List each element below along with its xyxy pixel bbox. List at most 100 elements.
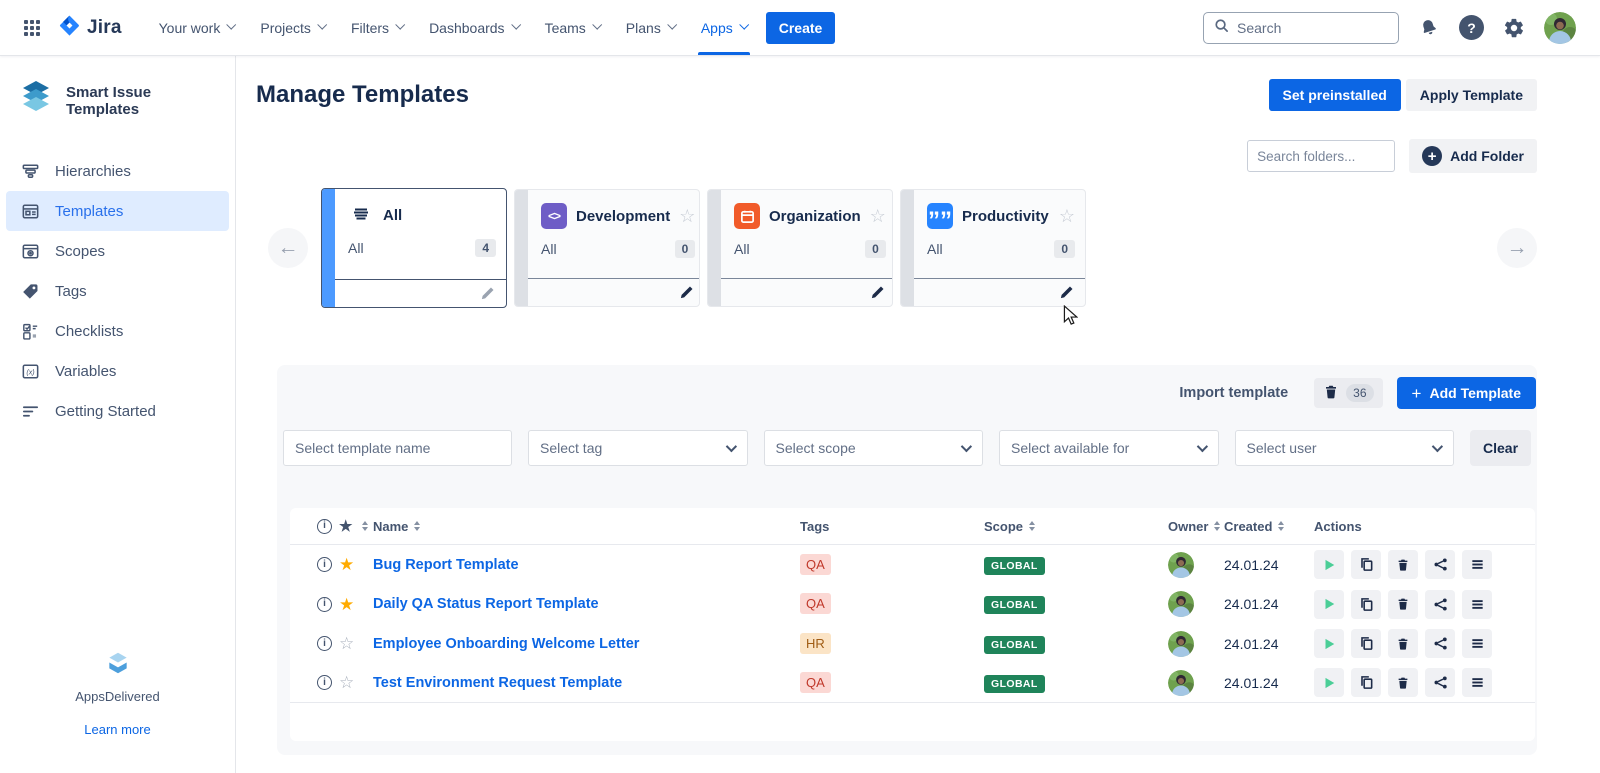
folder-card-productivity[interactable]: ”” Productivity ☆ All 0 xyxy=(900,189,1086,307)
favorite-star-icon[interactable]: ★ xyxy=(339,596,354,613)
template-name-filter-input[interactable] xyxy=(283,430,512,466)
carousel-right-arrow[interactable]: → xyxy=(1497,228,1537,268)
favorite-star-icon[interactable]: ★ xyxy=(339,556,354,573)
template-name-link[interactable]: Test Environment Request Template xyxy=(373,675,622,691)
folder-carousel: ← All All 4 xyxy=(256,188,1537,308)
column-header-created[interactable]: Created xyxy=(1224,519,1314,534)
template-name-link[interactable]: Daily QA Status Report Template xyxy=(373,596,599,612)
help-icon[interactable]: ? xyxy=(1459,15,1484,40)
notifications-bell-icon[interactable] xyxy=(1418,17,1440,39)
menu-button[interactable] xyxy=(1462,590,1492,619)
plus-icon: + xyxy=(1422,146,1442,166)
user-filter-select[interactable]: Select user xyxy=(1235,430,1455,466)
column-header-scope[interactable]: Scope xyxy=(984,519,1168,534)
apply-play-button[interactable] xyxy=(1314,629,1344,658)
carousel-left-arrow[interactable]: ← xyxy=(268,228,308,268)
edit-folder-pencil-icon[interactable] xyxy=(1059,285,1074,300)
nav-apps[interactable]: Apps xyxy=(690,0,758,55)
app-switcher-icon[interactable] xyxy=(16,12,48,44)
info-icon[interactable]: i xyxy=(317,636,332,651)
main-content: Manage Templates Set preinstalled Apply … xyxy=(236,56,1600,773)
help-glyph: ? xyxy=(1459,15,1484,40)
copy-button[interactable] xyxy=(1351,550,1381,579)
copy-button[interactable] xyxy=(1351,590,1381,619)
delete-button[interactable] xyxy=(1388,550,1418,579)
nav-projects[interactable]: Projects xyxy=(249,0,336,55)
edit-folder-pencil-icon[interactable] xyxy=(679,285,694,300)
scope-filter-select[interactable]: Select scope xyxy=(764,430,984,466)
trash-bin-button[interactable]: 36 xyxy=(1314,378,1382,408)
apply-template-button[interactable]: Apply Template xyxy=(1406,79,1537,111)
sidebar-item-variables[interactable]: (x) Variables xyxy=(6,351,229,391)
sidebar-item-checklists[interactable]: Checklists xyxy=(6,311,229,351)
owner-avatar[interactable] xyxy=(1168,552,1194,578)
edit-folder-pencil-icon[interactable] xyxy=(870,285,885,300)
search-folders-input[interactable] xyxy=(1247,140,1395,172)
sidebar-item-getting-started[interactable]: Getting Started xyxy=(6,391,229,431)
copy-button[interactable] xyxy=(1351,668,1381,697)
delete-button[interactable] xyxy=(1388,629,1418,658)
sidebar-item-tags[interactable]: Tags xyxy=(6,271,229,311)
apply-play-button[interactable] xyxy=(1314,590,1344,619)
folder-sublabel: All xyxy=(348,240,364,256)
column-header-name[interactable]: Name xyxy=(373,519,800,534)
share-button[interactable] xyxy=(1425,590,1455,619)
star-icon[interactable]: ☆ xyxy=(1059,207,1075,225)
nav-dashboards[interactable]: Dashboards xyxy=(418,0,530,55)
menu-button[interactable] xyxy=(1462,668,1492,697)
nav-filters[interactable]: Filters xyxy=(340,0,414,55)
share-button[interactable] xyxy=(1425,629,1455,658)
nav-teams[interactable]: Teams xyxy=(534,0,611,55)
jira-logo[interactable]: Jira xyxy=(58,14,122,42)
sidebar-item-hierarchies[interactable]: Hierarchies xyxy=(6,151,229,191)
sidebar-item-templates[interactable]: Templates xyxy=(6,191,229,231)
owner-avatar[interactable] xyxy=(1168,591,1194,617)
owner-avatar[interactable] xyxy=(1168,631,1194,657)
delete-button[interactable] xyxy=(1388,590,1418,619)
star-column-icon[interactable]: ★ xyxy=(339,519,352,534)
share-button[interactable] xyxy=(1425,668,1455,697)
sort-icon[interactable] xyxy=(362,521,368,531)
search-input[interactable] xyxy=(1237,20,1388,36)
template-name-link[interactable]: Bug Report Template xyxy=(373,557,519,573)
favorite-star-icon[interactable]: ☆ xyxy=(339,635,354,652)
brand-name: Jira xyxy=(87,17,122,39)
edit-folder-pencil-icon[interactable] xyxy=(480,286,495,301)
delete-button[interactable] xyxy=(1388,668,1418,697)
apply-play-button[interactable] xyxy=(1314,668,1344,697)
info-icon[interactable]: i xyxy=(317,597,332,612)
folder-card-all[interactable]: All All 4 xyxy=(321,188,507,308)
user-avatar[interactable] xyxy=(1544,12,1576,44)
share-button[interactable] xyxy=(1425,550,1455,579)
star-icon[interactable]: ☆ xyxy=(870,207,886,225)
clear-filters-button[interactable]: Clear xyxy=(1470,430,1531,466)
nav-your-work[interactable]: Your work xyxy=(148,0,246,55)
template-name-link[interactable]: Employee Onboarding Welcome Letter xyxy=(373,636,639,652)
folder-card-development[interactable]: <> Development ☆ All 0 xyxy=(514,189,700,307)
chevron-down-icon xyxy=(317,20,327,30)
folder-card-organization[interactable]: Organization ☆ All 0 xyxy=(707,189,893,307)
info-icon[interactable]: i xyxy=(317,557,332,572)
tag-filter-select[interactable]: Select tag xyxy=(528,430,748,466)
set-preinstalled-button[interactable]: Set preinstalled xyxy=(1269,79,1401,111)
import-template-link[interactable]: Import template xyxy=(1179,385,1288,401)
sidebar-item-scopes[interactable]: Scopes xyxy=(6,231,229,271)
folder-name: Development xyxy=(576,208,670,225)
star-icon[interactable]: ☆ xyxy=(679,207,695,225)
menu-button[interactable] xyxy=(1462,629,1492,658)
menu-button[interactable] xyxy=(1462,550,1492,579)
available-for-filter-select[interactable]: Select available for xyxy=(999,430,1219,466)
apply-play-button[interactable] xyxy=(1314,550,1344,579)
nav-plans[interactable]: Plans xyxy=(615,0,686,55)
info-icon[interactable]: i xyxy=(317,675,332,690)
copy-button[interactable] xyxy=(1351,629,1381,658)
settings-gear-icon[interactable] xyxy=(1503,17,1525,39)
owner-avatar[interactable] xyxy=(1168,670,1194,696)
create-button[interactable]: Create xyxy=(766,12,836,44)
add-template-button[interactable]: + Add Template xyxy=(1397,377,1536,409)
add-folder-button[interactable]: + Add Folder xyxy=(1409,139,1537,173)
favorite-star-icon[interactable]: ☆ xyxy=(339,674,354,691)
column-header-owner[interactable]: Owner xyxy=(1168,519,1224,534)
learn-more-link[interactable]: Learn more xyxy=(84,722,150,737)
global-search[interactable] xyxy=(1203,12,1399,44)
